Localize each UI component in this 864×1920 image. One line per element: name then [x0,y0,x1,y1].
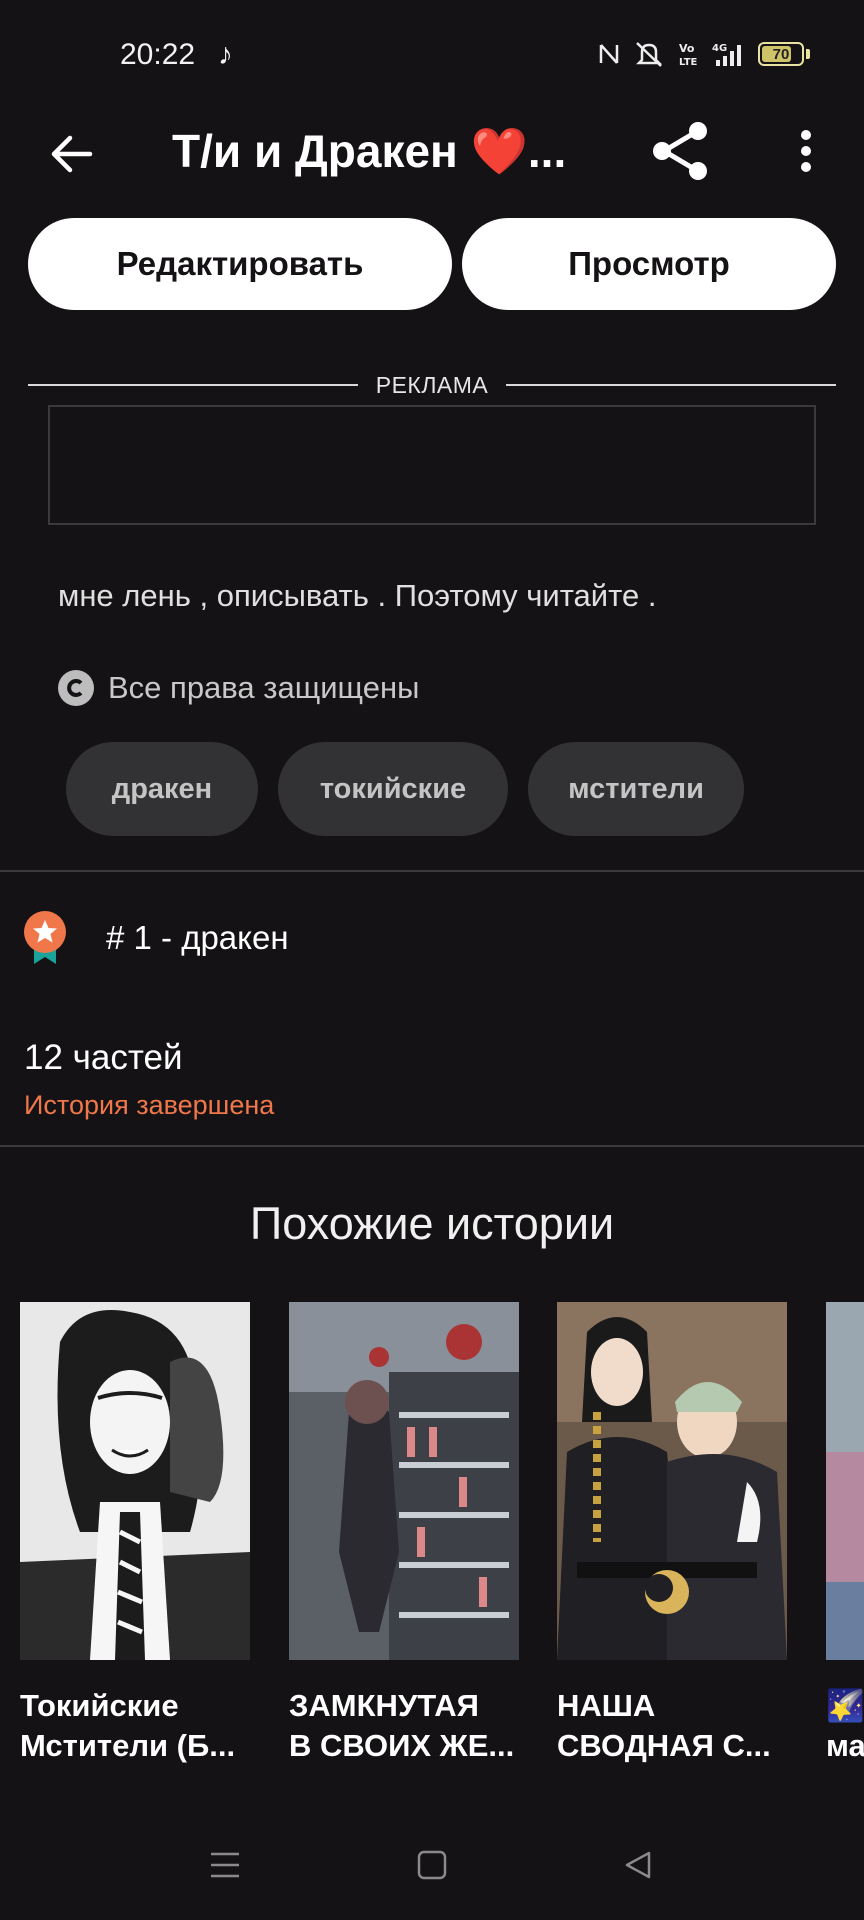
rank-label: # 1 - дракен [106,919,289,956]
story-card-title: ЗАМКНУТАЯ [289,1688,479,1723]
home-square-icon [417,1850,447,1880]
battery-icon: 70 [758,42,804,66]
status-bar: 20:22 ♪ Vo LTE 4G 70 [0,0,864,110]
story-card[interactable]: Токийские Мстители (Б... [20,1302,250,1766]
recents-button[interactable] [198,1838,252,1892]
similar-stories-heading: Похожие истории [249,1198,615,1249]
tag-chip[interactable]: дракен [66,742,258,836]
back-button[interactable] [40,122,104,186]
share-icon [653,122,707,180]
ad-label: РЕКЛАМА [375,371,489,398]
completion-status: История завершена [24,1090,275,1120]
copyright-label: Все права защищены [108,670,420,705]
share-button[interactable] [648,118,714,184]
copyright-icon [58,670,94,706]
tags-row: дракен токийские мстители [66,742,744,836]
story-card[interactable]: НАША СВОДНАЯ С... [557,1302,787,1766]
svg-text:LTE: LTE [679,57,698,68]
edit-button[interactable]: Редактировать [28,218,452,310]
story-cover [557,1302,787,1660]
svg-text:4G: 4G [712,43,727,54]
story-card-title: Мстители (Б... [20,1728,236,1763]
story-cover [289,1302,519,1660]
story-card-title: Токийские [20,1688,179,1723]
nfc-icon [599,44,619,64]
story-card-title: 🌠💗 [826,1688,864,1723]
home-button[interactable] [405,1838,459,1892]
menu-icon [211,1852,239,1878]
story-card[interactable]: 🌠💗 ма [826,1302,864,1766]
status-time: 20:22 [120,38,196,71]
music-note-icon: ♪ [218,38,233,71]
more-vertical-icon [801,130,811,172]
battery-level: 70 [772,45,790,63]
tag-chip[interactable]: токийские [278,742,508,836]
tag-chip[interactable]: мстители [528,742,744,836]
story-title: Т/и и Дракен ❤️... [172,125,567,177]
view-button[interactable]: Просмотр [462,218,836,310]
story-card-title: В СВОИХ ЖЕ... [289,1728,515,1763]
triangle-back-icon [625,1851,651,1879]
story-card-title: ма [826,1728,864,1763]
system-back-button[interactable] [611,1838,665,1892]
mute-bell-icon [635,42,663,67]
ad-banner[interactable] [48,405,816,525]
divider [0,870,864,872]
parts-count: 12 частей [24,1038,183,1077]
story-cover [20,1302,250,1660]
divider [0,1145,864,1147]
svg-text:Vo: Vo [679,42,695,55]
story-card[interactable]: ЗАМКНУТАЯ В СВОИХ ЖЕ... [289,1302,519,1766]
story-card-title: СВОДНАЯ С... [557,1728,771,1763]
story-description: мне лень , описывать . Поэтому читайте . [58,578,657,613]
copyright-row: Все права защищены [58,670,419,706]
ranking-badge-icon [24,911,66,964]
status-icons: Vo LTE 4G 70 [598,40,810,68]
rank-row[interactable]: # 1 - дракен [22,910,289,966]
arrow-left-icon [51,135,93,173]
volte-icon: Vo LTE [679,42,698,68]
ad-divider: РЕКЛАМА [28,370,837,400]
story-cover [826,1302,864,1660]
more-options-button[interactable] [786,118,826,184]
story-card-title: НАША [557,1688,656,1723]
system-nav-bar [0,1810,864,1920]
signal-4g-icon: 4G [712,43,741,66]
